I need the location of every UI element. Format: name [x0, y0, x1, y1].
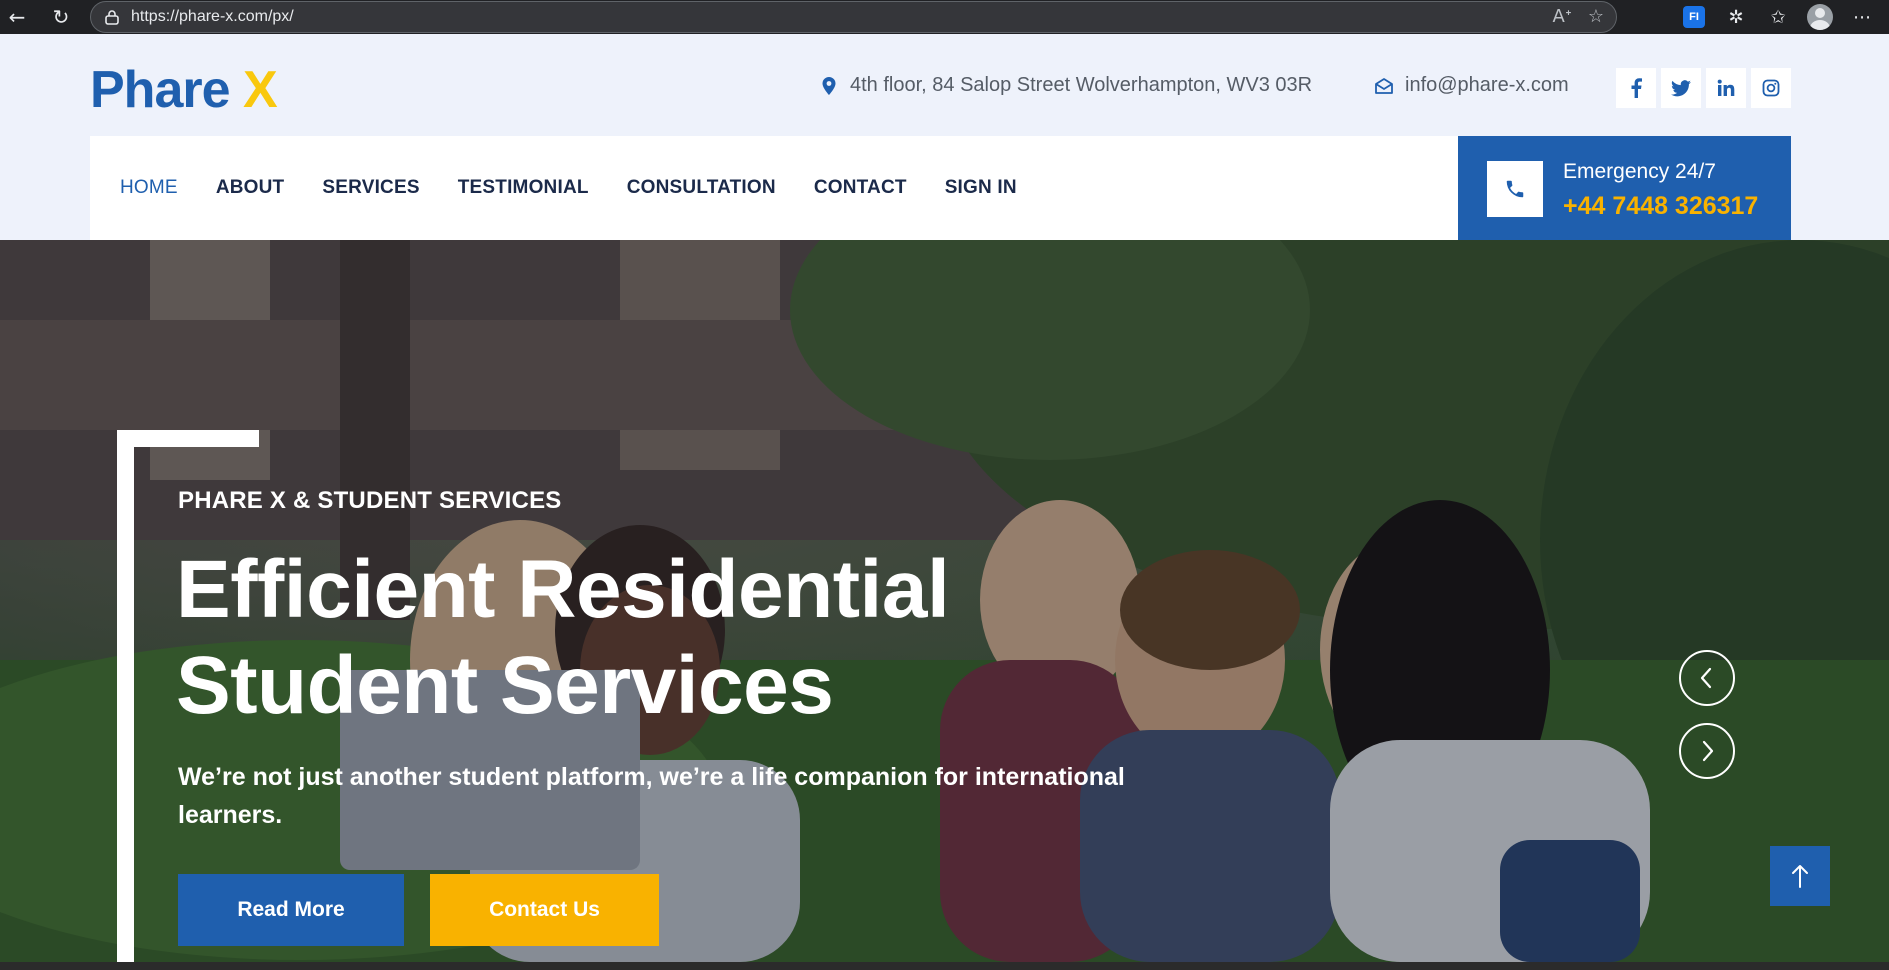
nav-consultation[interactable]: CONSULTATION	[627, 177, 776, 199]
more-menu-icon[interactable]: ⋯	[1849, 4, 1875, 30]
reload-icon[interactable]: ↻	[46, 2, 76, 32]
browser-toolbar: ← ↻ https://phare-x.com/px/ A͏ᐩ ☆ FI ✲ ✩…	[0, 0, 1889, 34]
twitter-icon[interactable]	[1661, 68, 1701, 108]
lock-icon[interactable]	[103, 8, 121, 26]
chevron-left-icon	[1700, 667, 1712, 689]
hero-frame-vertical	[117, 430, 134, 962]
address-text: 4th floor, 84 Salop Street Wolverhampton…	[850, 74, 1313, 96]
read-more-button[interactable]: Read More	[178, 874, 404, 946]
contact-address: 4th floor, 84 Salop Street Wolverhampton…	[818, 74, 1312, 97]
emergency-phone[interactable]: +44 7448 326317	[1563, 192, 1758, 221]
extension-fi-icon[interactable]: FI	[1681, 4, 1707, 30]
hero-description: We’re not just another student platform,…	[178, 763, 1125, 829]
chevron-right-icon	[1702, 740, 1714, 762]
hero-title-line-1: Efficient Residential	[176, 544, 950, 635]
facebook-icon[interactable]	[1616, 68, 1656, 108]
favorite-star-icon[interactable]: ☆	[1588, 6, 1604, 27]
contact-us-button[interactable]: Contact Us	[430, 874, 659, 946]
slider-next-button[interactable]	[1679, 723, 1735, 779]
hero-frame-horizontal	[117, 430, 259, 447]
url-text[interactable]: https://phare-x.com/px/	[131, 8, 294, 26]
scroll-to-top-button[interactable]	[1770, 846, 1830, 906]
slider-prev-button[interactable]	[1679, 650, 1735, 706]
nav-about[interactable]: ABOUT	[216, 177, 285, 199]
extensions-puzzle-icon[interactable]: ✲	[1723, 4, 1749, 30]
profile-avatar[interactable]	[1807, 4, 1833, 30]
hero-title: Efficient Residential Student Services	[176, 542, 1036, 734]
arrow-up-icon	[1792, 865, 1808, 888]
linkedin-icon[interactable]	[1706, 68, 1746, 108]
nav-contact[interactable]: CONTACT	[814, 177, 907, 199]
nav-home[interactable]: HOME	[120, 177, 178, 199]
site-logo[interactable]: Phare X	[90, 60, 278, 120]
nav-testimonial[interactable]: TESTIMONIAL	[458, 177, 589, 199]
favorites-icon[interactable]: ✩	[1765, 4, 1791, 30]
contact-email[interactable]: info@phare-x.com	[1373, 74, 1569, 97]
site-header: Phare X 4th floor, 84 Salop Street Wolve…	[0, 42, 1889, 240]
back-arrow-icon[interactable]: ←	[2, 2, 32, 32]
window-bottom-edge	[0, 962, 1889, 970]
emergency-label: Emergency 24/7	[1563, 160, 1716, 183]
read-aloud-icon[interactable]: A͏ᐩ	[1553, 6, 1572, 27]
social-links	[1616, 68, 1791, 108]
address-bar[interactable]: https://phare-x.com/px/ A͏ᐩ ☆	[90, 1, 1617, 33]
envelope-open-icon	[1373, 75, 1395, 97]
hero-tagline: PHARE X & STUDENT SERVICES	[178, 487, 562, 514]
location-pin-icon	[818, 75, 840, 97]
hero-title-line-2: Student Services	[176, 640, 834, 731]
nav-services[interactable]: SERVICES	[322, 177, 419, 199]
emergency-contact[interactable]: Emergency 24/7 +44 7448 326317	[1458, 136, 1791, 240]
hero-banner: PHARE X & STUDENT SERVICES Efficient Res…	[0, 240, 1889, 962]
nav-sign-in[interactable]: SIGN IN	[945, 177, 1017, 199]
main-navigation: HOME ABOUT SERVICES TESTIMONIAL CONSULTA…	[90, 136, 1458, 240]
email-text[interactable]: info@phare-x.com	[1405, 74, 1569, 97]
phone-icon	[1487, 161, 1543, 217]
instagram-icon[interactable]	[1751, 68, 1791, 108]
